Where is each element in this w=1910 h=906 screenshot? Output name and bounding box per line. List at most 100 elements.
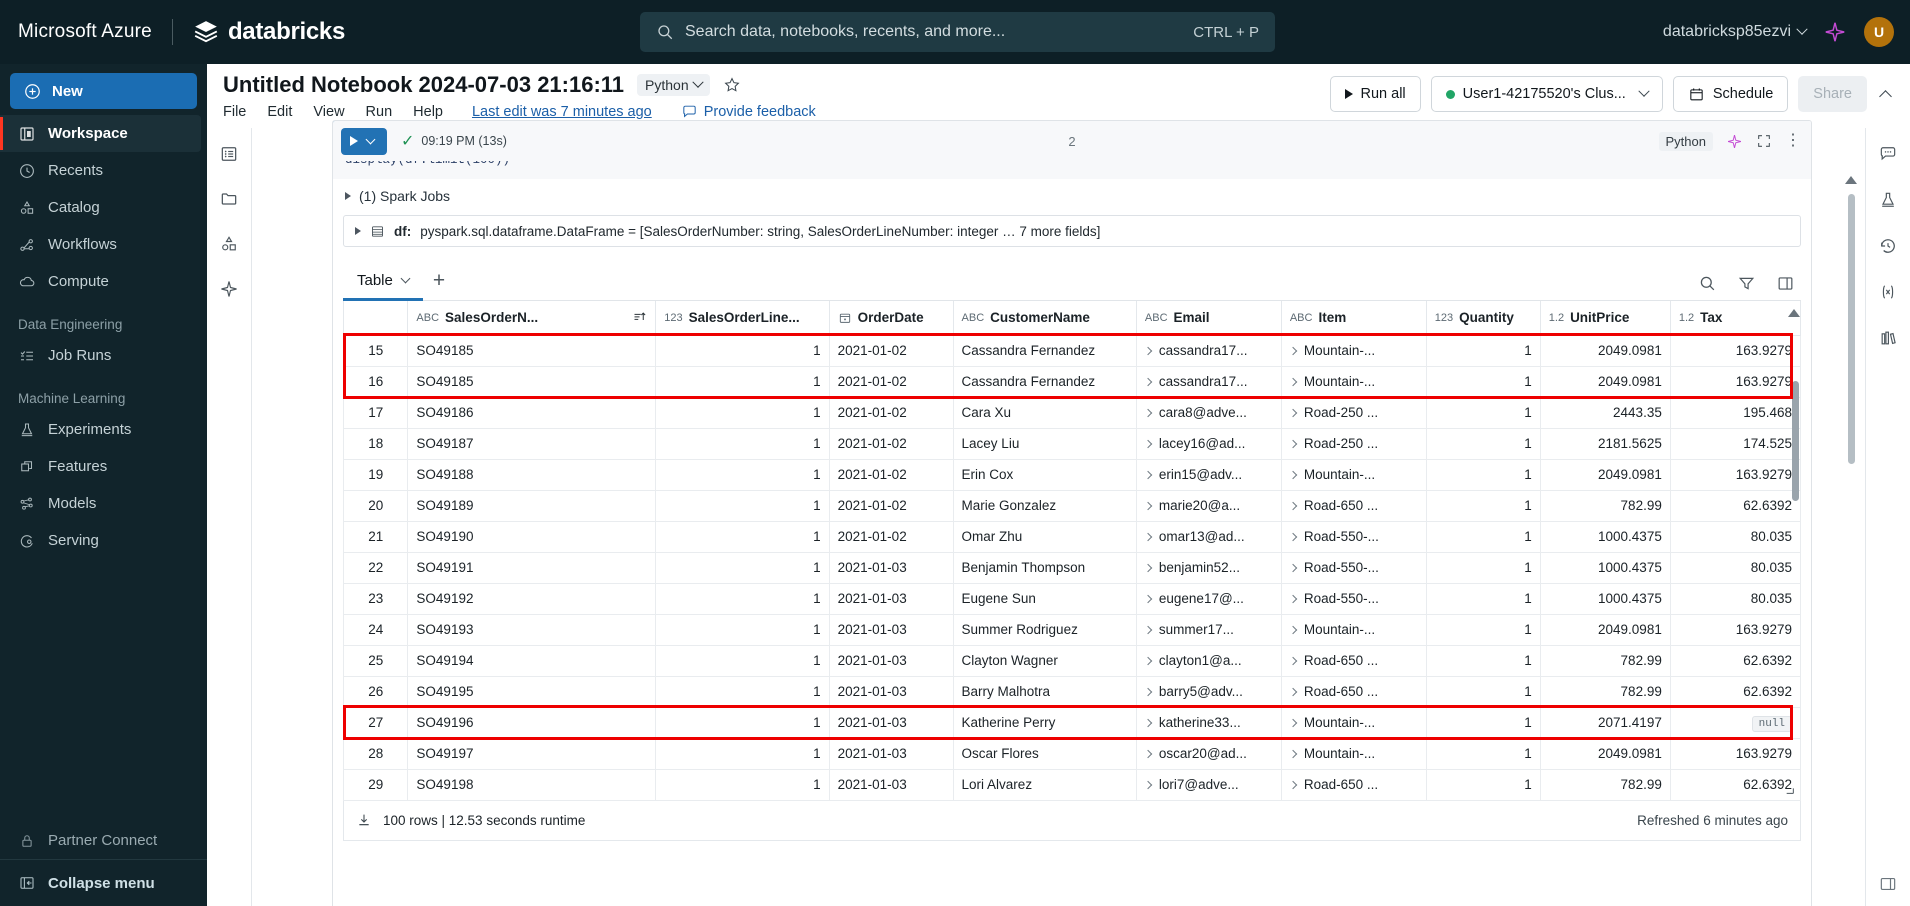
table-row[interactable]: 29 SO49198 1 2021-01-03 Lori Alvarez lori7@ad… xyxy=(342,768,1802,801)
expand-chevron-icon[interactable] xyxy=(1288,439,1298,449)
sort-ascending-icon[interactable] xyxy=(632,310,647,325)
expand-chevron-icon[interactable] xyxy=(1143,439,1153,449)
resize-handle-icon[interactable] xyxy=(1785,785,1795,795)
expand-chevron-icon[interactable] xyxy=(1143,780,1153,790)
cell-more-menu-icon[interactable]: ⋮ xyxy=(1785,133,1801,149)
expand-chevron-icon[interactable] xyxy=(1143,377,1153,387)
expand-chevron-icon[interactable] xyxy=(1288,501,1298,511)
table-row[interactable]: 17 SO49186 1 2021-01-02 Cara Xu cara8@adve...… xyxy=(342,396,1802,429)
menu-view[interactable]: View xyxy=(313,104,344,120)
expand-chevron-icon[interactable] xyxy=(1288,377,1298,387)
toggle-sidepanel-icon[interactable] xyxy=(1776,274,1795,293)
assistant-sparkle-icon[interactable] xyxy=(1726,133,1743,150)
search-icon[interactable] xyxy=(1698,274,1717,293)
header-customername[interactable]: ABC CustomerName xyxy=(952,301,1137,336)
table-of-contents-icon[interactable] xyxy=(219,144,239,164)
run-all-button[interactable]: Run all xyxy=(1329,76,1421,112)
sidebar-item-models[interactable]: Models xyxy=(0,485,207,522)
expand-chevron-icon[interactable] xyxy=(1143,501,1153,511)
expand-chevron-icon[interactable] xyxy=(1143,532,1153,542)
sidebar-item-experiments[interactable]: Experiments xyxy=(0,411,207,448)
collapse-header-chevron-icon[interactable] xyxy=(1879,89,1892,103)
databricks-logo-link[interactable]: databricks xyxy=(193,18,345,46)
table-row[interactable]: 22 SO49191 1 2021-01-03 Benjamin Thompson ben… xyxy=(342,551,1802,584)
tab-table[interactable]: Table xyxy=(343,272,423,301)
expand-chevron-icon[interactable] xyxy=(1143,563,1153,573)
expand-chevron-icon[interactable] xyxy=(1143,687,1153,697)
revision-history-icon[interactable] xyxy=(1878,236,1898,256)
menu-edit[interactable]: Edit xyxy=(267,104,292,120)
header-tax[interactable]: 1.2 Tax xyxy=(1669,301,1802,336)
dataframe-schema-row[interactable]: df: pyspark.sql.dataframe.DataFrame = [S… xyxy=(343,215,1801,247)
sidebar-item-collapse-menu[interactable]: Collapse menu xyxy=(0,860,207,906)
grid-vertical-scrollbar[interactable] xyxy=(1792,381,1799,501)
catalog-icon[interactable] xyxy=(219,234,239,254)
expand-chevron-icon[interactable] xyxy=(1143,408,1153,418)
menu-run[interactable]: Run xyxy=(366,104,393,120)
account-menu[interactable]: databricksp85ezvi xyxy=(1663,23,1808,41)
expand-chevron-icon[interactable] xyxy=(1288,780,1298,790)
sidebar-item-serving[interactable]: Serving xyxy=(0,522,207,559)
spark-jobs-toggle[interactable]: (1) Spark Jobs xyxy=(333,179,1811,213)
search-input[interactable]: Search data, notebooks, recents, and mor… xyxy=(640,12,1275,52)
table-row[interactable]: 27 SO49196 1 2021-01-03 Katherine Perry kathe… xyxy=(342,706,1802,739)
expand-chevron-icon[interactable] xyxy=(1143,594,1153,604)
expand-chevron-icon[interactable] xyxy=(1143,656,1153,666)
expand-panel-icon[interactable] xyxy=(1878,874,1898,894)
menu-file[interactable]: File xyxy=(223,104,246,120)
variables-icon[interactable] xyxy=(1878,282,1898,302)
sidebar-item-partner-connect[interactable]: Partner Connect xyxy=(0,822,207,859)
table-row[interactable]: 25 SO49194 1 2021-01-03 Clayton Wagner clayto… xyxy=(342,644,1802,677)
expand-chevron-icon[interactable] xyxy=(1288,625,1298,635)
comments-icon[interactable] xyxy=(1878,144,1898,164)
table-row[interactable]: 21 SO49190 1 2021-01-02 Omar Zhu omar13@ad...… xyxy=(342,520,1802,553)
page-scrollbar[interactable] xyxy=(1848,194,1855,464)
grid-scroll-up-arrow[interactable] xyxy=(1788,309,1800,317)
filter-icon[interactable] xyxy=(1737,274,1756,293)
expand-chevron-icon[interactable] xyxy=(1143,749,1153,759)
cluster-selector[interactable]: User1-42175520's Clus... xyxy=(1430,76,1663,112)
last-edit-label[interactable]: Last edit was 7 minutes ago xyxy=(472,104,652,120)
table-row[interactable]: 18 SO49187 1 2021-01-02 Lacey Liu lacey16@ad.… xyxy=(342,427,1802,460)
table-row[interactable]: 16 SO49185 1 2021-01-02 Cassandra Fernandez c… xyxy=(342,365,1802,398)
header-email[interactable]: ABC Email xyxy=(1135,301,1282,336)
table-row[interactable]: 28 SO49197 1 2021-01-03 Oscar Flores oscar20@… xyxy=(342,737,1802,770)
assistant-sparkle-icon[interactable] xyxy=(1824,21,1846,43)
sidebar-item-catalog[interactable]: Catalog xyxy=(0,189,207,226)
table-row[interactable]: 23 SO49192 1 2021-01-03 Eugene Sun eugene17@.… xyxy=(342,582,1802,615)
provide-feedback-link[interactable]: Provide feedback xyxy=(681,103,816,120)
menu-help[interactable]: Help xyxy=(413,104,443,120)
expand-chevron-icon[interactable] xyxy=(1288,594,1298,604)
download-icon[interactable] xyxy=(356,812,372,828)
add-visualization-button[interactable]: + xyxy=(423,269,455,300)
expand-chevron-icon[interactable] xyxy=(1143,470,1153,480)
header-orderdate[interactable]: OrderDate xyxy=(828,301,954,336)
table-row[interactable]: 24 SO49193 1 2021-01-03 Summer Rodriguez summ… xyxy=(342,613,1802,646)
cell-language-pill[interactable]: Python xyxy=(1658,131,1713,151)
favorite-star-icon[interactable] xyxy=(723,76,741,94)
expand-chevron-icon[interactable] xyxy=(1288,718,1298,728)
table-row[interactable]: 20 SO49189 1 2021-01-02 Marie Gonzalez marie2… xyxy=(342,489,1802,522)
library-icon[interactable] xyxy=(1878,328,1898,348)
expand-chevron-icon[interactable] xyxy=(1288,749,1298,759)
expand-chevron-icon[interactable] xyxy=(1288,408,1298,418)
page-title[interactable]: Untitled Notebook 2024-07-03 21:16:11 xyxy=(223,72,624,98)
global-search[interactable]: Search data, notebooks, recents, and mor… xyxy=(640,12,1275,52)
new-button[interactable]: New xyxy=(10,73,197,109)
table-row[interactable]: 19 SO49188 1 2021-01-02 Erin Cox erin15@adv..… xyxy=(342,458,1802,491)
notebook-language-selector[interactable]: Python xyxy=(637,74,710,96)
sidebar-item-workspace[interactable]: Workspace xyxy=(0,115,201,152)
run-cell-button[interactable] xyxy=(341,127,387,155)
cell-code-line[interactable]: display(df.limit(100)) xyxy=(333,161,1811,179)
share-button[interactable]: Share xyxy=(1798,76,1867,112)
fullscreen-icon[interactable] xyxy=(1756,133,1772,149)
expand-chevron-icon[interactable] xyxy=(1288,346,1298,356)
header-salesordernumber[interactable]: ABC SalesOrderN... xyxy=(407,301,657,336)
header-unitprice[interactable]: 1.2 UnitPrice xyxy=(1539,301,1671,336)
expand-chevron-icon[interactable] xyxy=(1288,532,1298,542)
assistant-sparkle-icon[interactable] xyxy=(219,279,239,299)
header-item[interactable]: ABC Item xyxy=(1280,301,1427,336)
sidebar-item-workflows[interactable]: Workflows xyxy=(0,226,207,263)
header-quantity[interactable]: 123 Quantity xyxy=(1425,301,1541,336)
avatar[interactable]: U xyxy=(1864,17,1894,47)
